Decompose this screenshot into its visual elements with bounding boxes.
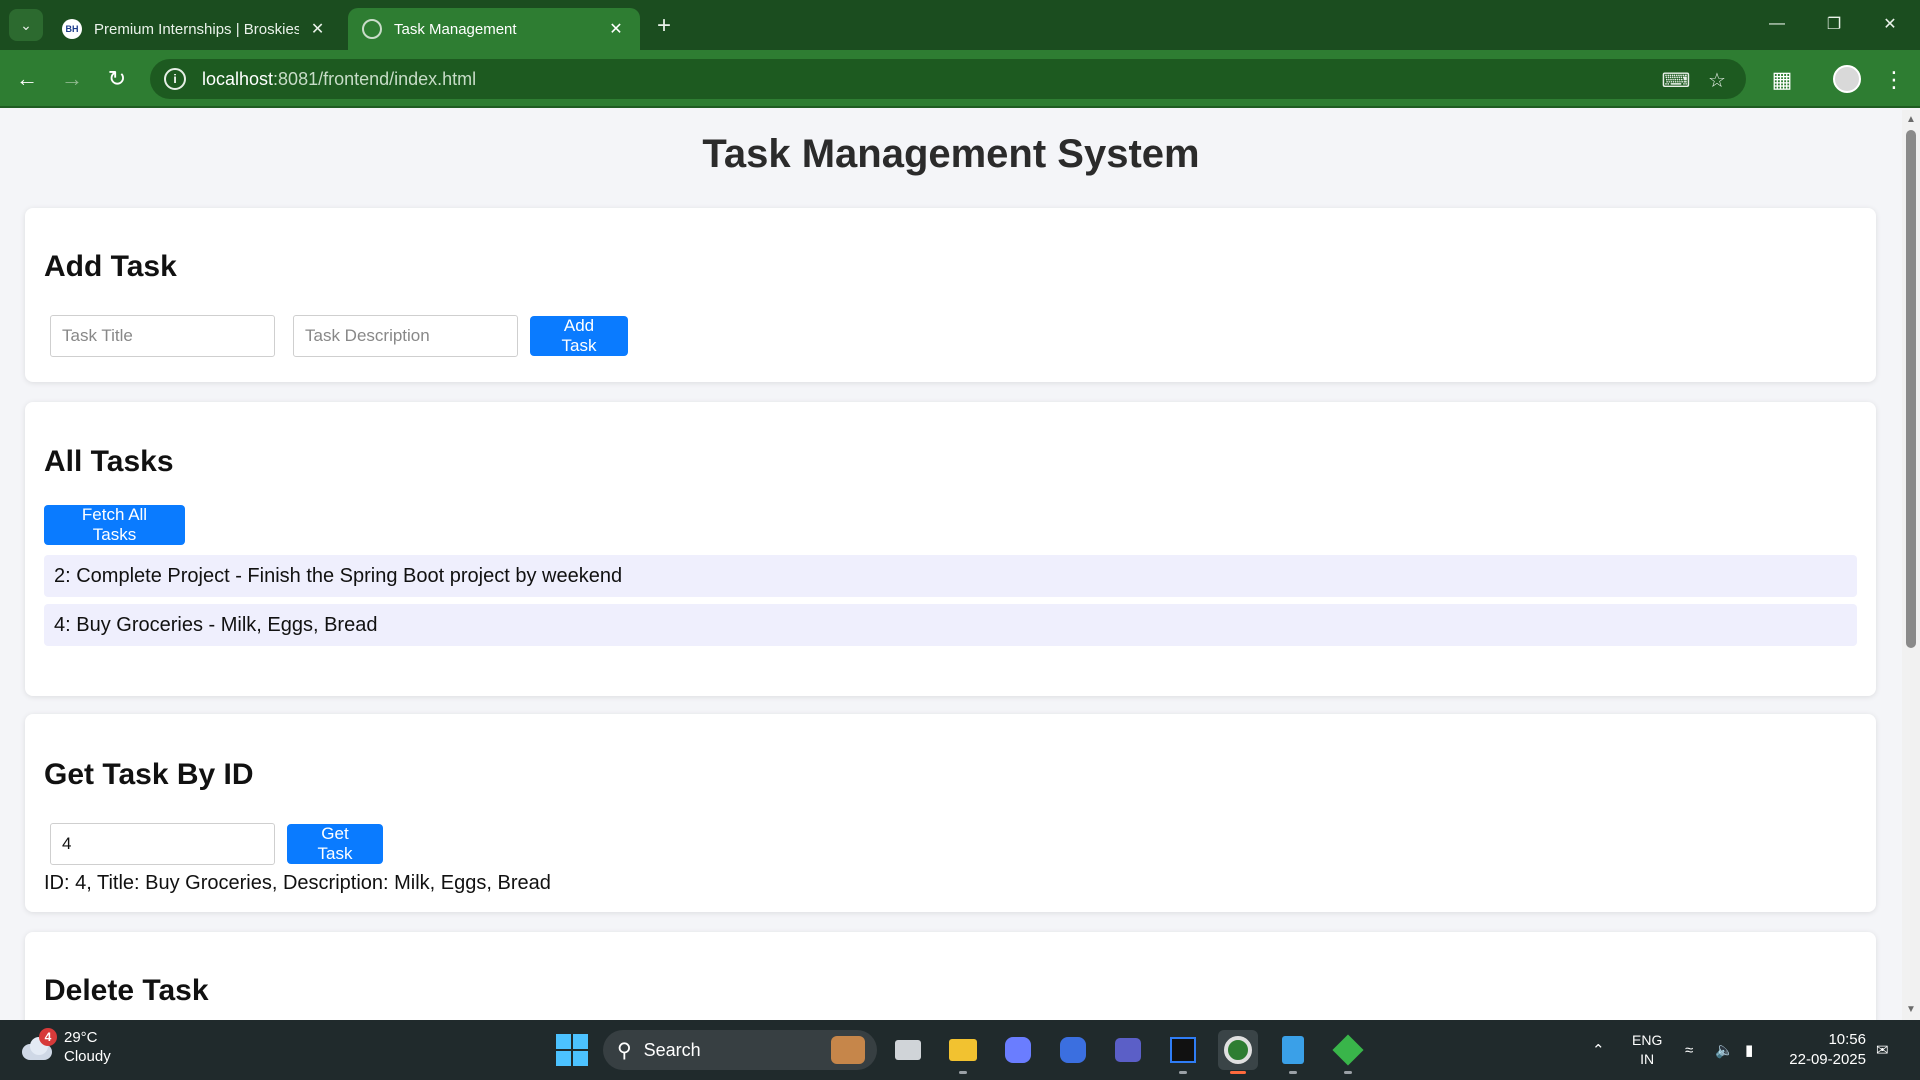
new-tab-button[interactable]: + (650, 12, 678, 40)
weather-widget[interactable]: 4 29°C Cloudy (20, 1028, 111, 1066)
intellij-icon[interactable] (1163, 1030, 1203, 1074)
cloud-icon: 4 (20, 1028, 57, 1060)
delete-task-card: Delete Task (25, 932, 1876, 1020)
reload-button[interactable]: ↻ (100, 62, 134, 96)
taskbar-search[interactable]: ⚲ Search (603, 1030, 877, 1070)
battery-icon[interactable]: ▮ (1745, 1020, 1753, 1080)
search-icon: ⚲ (617, 1039, 632, 1062)
get-task-result: ID: 4, Title: Buy Groceries, Description… (44, 872, 551, 894)
get-task-card: Get Task By ID Get Task ID: 4, Title: Bu… (25, 714, 1876, 912)
clock-time: 10:56 (1828, 1031, 1866, 1048)
copilot-icon[interactable] (998, 1030, 1038, 1070)
task-title-input[interactable] (50, 315, 275, 357)
browser-tab-strip: ⌄ BH Premium Internships | BroskiesHub ✕… (0, 0, 1920, 50)
system-clock[interactable]: 10:56 22-09-2025 (1786, 1030, 1866, 1070)
url-path: :8081/frontend/index.html (273, 68, 477, 89)
tab-title: Task Management (394, 20, 517, 38)
tab-title: Premium Internships | BroskiesHub (94, 20, 300, 38)
add-task-button[interactable]: Add Task (530, 316, 628, 356)
git-icon[interactable] (1328, 1030, 1368, 1074)
language-code: ENG (1632, 1032, 1663, 1048)
all-tasks-card: All Tasks Fetch All Tasks 2: Complete Pr… (25, 402, 1876, 696)
file-explorer-icon[interactable] (943, 1030, 983, 1074)
address-bar[interactable]: i localhost:8081/frontend/index.html ⌨ ☆ (150, 59, 1746, 99)
search-label: Search (643, 1039, 701, 1060)
task-list-item: 2: Complete Project - Finish the Spring … (44, 555, 1857, 597)
profile-avatar[interactable] (1833, 65, 1861, 93)
notification-badge: 4 (39, 1028, 57, 1046)
add-task-heading: Add Task (44, 250, 177, 283)
chevron-down-icon: ⌄ (20, 16, 32, 33)
scroll-up-icon[interactable]: ▲ (1906, 114, 1916, 125)
windows-start-icon[interactable] (556, 1034, 588, 1066)
tab-premium-internships[interactable]: BH Premium Internships | BroskiesHub ✕ (48, 8, 340, 50)
notifications-icon[interactable]: ✉ (1876, 1020, 1889, 1080)
bookmark-star-icon[interactable]: ☆ (1704, 67, 1730, 93)
tray-overflow-icon[interactable]: ⌃ (1592, 1020, 1605, 1080)
browser-toolbar: ← → ↻ i localhost:8081/frontend/index.ht… (0, 50, 1920, 108)
globe-icon (362, 19, 382, 39)
clock-date: 22-09-2025 (1789, 1051, 1866, 1068)
delete-task-heading: Delete Task (44, 974, 209, 1007)
tab-search-button[interactable]: ⌄ (9, 9, 43, 41)
get-task-button[interactable]: Get Task (287, 824, 383, 864)
extensions-icon[interactable]: ▦ (1765, 63, 1799, 97)
tab-task-management[interactable]: Task Management ✕ (348, 8, 640, 50)
task-view-icon[interactable] (888, 1030, 928, 1070)
chrome-icon[interactable] (1218, 1030, 1258, 1074)
notepad-icon[interactable] (1273, 1030, 1313, 1074)
weather-temperature: 29°C (64, 1029, 98, 1046)
volume-icon[interactable]: 🔈 (1715, 1020, 1734, 1080)
more-menu-icon[interactable]: ⋮ (1877, 63, 1911, 97)
weather-description: Cloudy (64, 1048, 111, 1065)
task-description-input[interactable] (293, 315, 518, 357)
windows-taskbar: 4 29°C Cloudy ⚲ Search ⌃ ENG IN ≈ 🔈 ▮ 10… (0, 1020, 1920, 1080)
page-scrollbar[interactable]: ▲ ▼ (1902, 110, 1920, 1020)
fetch-all-tasks-button[interactable]: Fetch All Tasks (44, 505, 185, 545)
restore-button[interactable]: ❐ (1812, 6, 1856, 42)
forward-button[interactable]: → (55, 62, 89, 96)
scrollbar-thumb[interactable] (1906, 130, 1916, 648)
search-highlight-icon (831, 1036, 865, 1064)
page-title: Task Management System (702, 132, 1200, 176)
minimize-button[interactable]: — (1755, 6, 1799, 42)
add-task-card: Add Task Add Task (25, 208, 1876, 382)
wifi-icon[interactable]: ≈ (1685, 1020, 1693, 1080)
language-indicator[interactable]: ENG IN (1632, 1020, 1662, 1080)
task-id-input[interactable] (50, 823, 275, 865)
url-host: localhost (202, 68, 274, 89)
microsoft-365-icon[interactable] (1053, 1030, 1093, 1070)
close-icon[interactable]: ✕ (307, 17, 328, 41)
scroll-down-icon[interactable]: ▼ (1906, 1004, 1916, 1015)
get-task-heading: Get Task By ID (44, 758, 254, 791)
close-window-button[interactable]: ✕ (1868, 6, 1912, 42)
all-tasks-heading: All Tasks (44, 445, 174, 478)
teams-icon[interactable] (1108, 1030, 1148, 1070)
page-viewport: Task Management System Add Task Add Task… (0, 110, 1902, 1020)
language-region: IN (1640, 1051, 1655, 1067)
back-button[interactable]: ← (10, 62, 44, 96)
broskieshub-favicon-icon: BH (62, 19, 82, 39)
task-list-item: 4: Buy Groceries - Milk, Eggs, Bread (44, 604, 1857, 646)
close-icon[interactable]: ✕ (604, 17, 628, 41)
translate-icon[interactable]: ⌨ (1662, 67, 1691, 93)
site-info-icon[interactable]: i (164, 68, 186, 90)
